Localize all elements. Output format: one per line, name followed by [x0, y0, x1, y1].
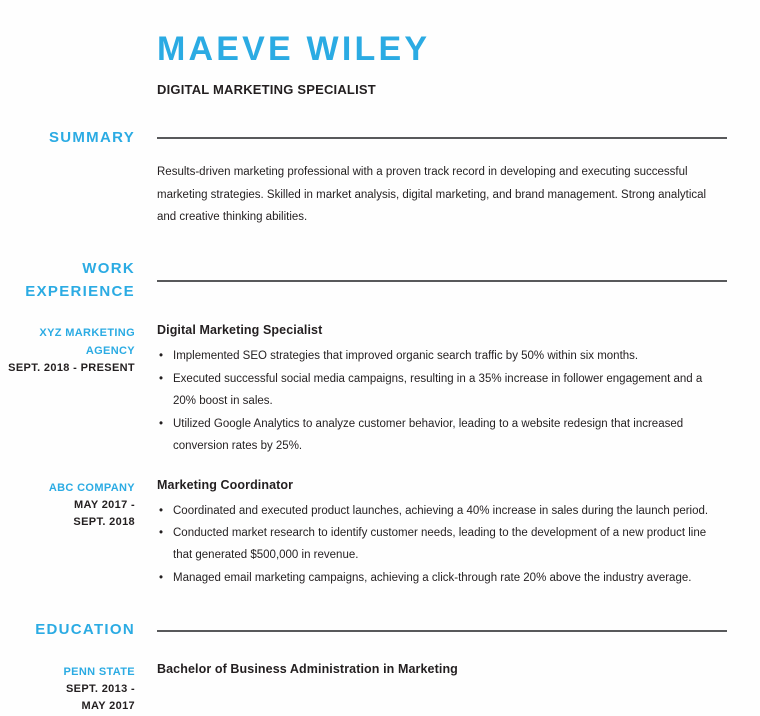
resume-header: MAEVE WILEY DIGITAL MARKETING SPECIALIST	[0, 0, 760, 97]
summary-paragraph: Results-driven marketing professional wi…	[157, 166, 707, 224]
education-entry-body: Bachelor of Business Administration in M…	[135, 662, 760, 676]
work-entry: XYZ MARKETING AGENCY SEPT. 2018 - PRESEN…	[0, 323, 760, 457]
section-divider-education	[157, 629, 727, 632]
section-title-summary: SUMMARY	[48, 128, 135, 146]
candidate-job-title: DIGITAL MARKETING SPECIALIST	[157, 81, 376, 97]
section-header-work-experience: WORK EXPERIENCE	[0, 258, 760, 303]
work-entry-dates-line1: SEPT. 2018 - PRESENT	[8, 361, 135, 374]
education-entry-degree: Bachelor of Business Administration in M…	[157, 661, 458, 676]
section-title-work-experience-line1: WORK	[82, 260, 135, 278]
section-title-wrap-summary: SUMMARY	[0, 127, 135, 150]
work-entry-bullet: Utilized Google Analytics to analyze cus…	[157, 413, 727, 458]
work-entry-bullet-list: Coordinated and executed product launche…	[157, 500, 727, 590]
work-entry-bullet-list: Implemented SEO strategies that improved…	[157, 345, 727, 457]
section-rule-wrap-summary	[135, 136, 760, 139]
work-entry-bullet: Executed successful social media campaig…	[157, 368, 727, 413]
section-header-summary: SUMMARY	[0, 127, 760, 150]
work-entry: ABC COMPANY MAY 2017 - SEPT. 2018 Market…	[0, 478, 760, 590]
section-body-summary: Results-driven marketing professional wi…	[0, 149, 760, 228]
education-entry-dates-line2: MAY 2017	[81, 699, 135, 712]
work-entry-bullet: Conducted market research to identify cu…	[157, 522, 727, 567]
work-entry-meta: XYZ MARKETING AGENCY SEPT. 2018 - PRESEN…	[0, 323, 135, 376]
summary-content: Results-driven marketing professional wi…	[135, 149, 760, 228]
work-entry-bullet: Coordinated and executed product launche…	[157, 500, 727, 523]
work-entry-dates-line1: MAY 2017 -	[74, 498, 135, 511]
work-entry-title: Digital Marketing Specialist	[157, 323, 323, 338]
section-title-education: EDUCATION	[35, 621, 135, 639]
education-entry-org: PENN STATE	[63, 665, 135, 678]
work-entry-org-line1: ABC COMPANY	[48, 481, 135, 494]
work-entry-bullet: Managed email marketing campaigns, achie…	[157, 567, 727, 590]
resume-page: MAEVE WILEY DIGITAL MARKETING SPECIALIST…	[0, 0, 760, 716]
section-rule-wrap-work-experience	[135, 279, 760, 282]
section-header-education: EDUCATION	[0, 619, 760, 642]
candidate-name: MAEVE WILEY	[157, 30, 431, 68]
education-entry: PENN STATE SEPT. 2013 - MAY 2017 Bachelo…	[0, 662, 760, 715]
section-title-work-experience-line2: EXPERIENCE	[25, 282, 135, 300]
section-divider-work-experience	[157, 279, 727, 282]
work-entry-bullet: Implemented SEO strategies that improved…	[157, 345, 727, 368]
work-entry-dates-line2: SEPT. 2018	[73, 515, 135, 528]
education-entry-meta: PENN STATE SEPT. 2013 - MAY 2017	[0, 662, 135, 715]
work-entry-meta: ABC COMPANY MAY 2017 - SEPT. 2018	[0, 478, 135, 531]
work-entry-title: Marketing Coordinator	[157, 477, 294, 492]
education-entry-dates-line1: SEPT. 2013 -	[65, 682, 135, 695]
section-divider-summary	[157, 136, 727, 139]
work-entry-org-line2: AGENCY	[85, 344, 135, 357]
section-title-wrap-work-experience: WORK EXPERIENCE	[0, 258, 135, 303]
work-entry-body: Marketing Coordinator Coordinated and ex…	[135, 478, 760, 590]
work-entry-body: Digital Marketing Specialist Implemented…	[135, 323, 760, 457]
section-title-wrap-education: EDUCATION	[0, 619, 135, 642]
section-rule-wrap-education	[135, 629, 760, 632]
work-entry-org-line1: XYZ MARKETING	[39, 327, 135, 340]
